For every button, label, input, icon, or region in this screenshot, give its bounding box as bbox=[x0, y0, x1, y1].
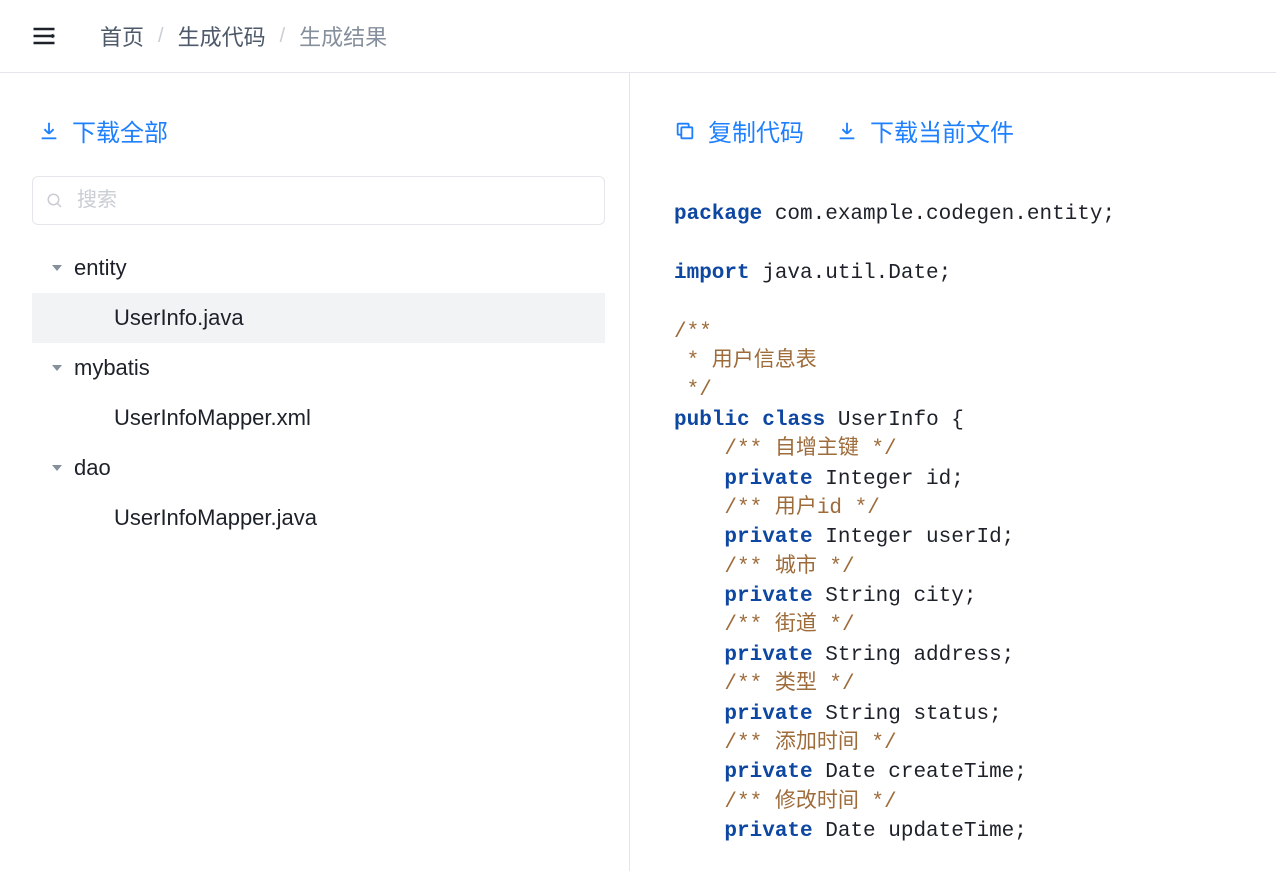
header: 首页 / 生成代码 / 生成结果 bbox=[0, 0, 1276, 73]
menu-toggle-icon[interactable] bbox=[28, 20, 60, 52]
tree-label: UserInfo.java bbox=[114, 305, 244, 331]
caret-down-icon bbox=[50, 261, 64, 275]
tree-file-userinfo[interactable]: UserInfo.java bbox=[32, 293, 605, 343]
file-tree: entity UserInfo.java mybatis UserInfoMap… bbox=[32, 243, 605, 543]
breadcrumb: 首页 / 生成代码 / 生成结果 bbox=[100, 20, 387, 52]
caret-down-icon bbox=[50, 461, 64, 475]
breadcrumb-home[interactable]: 首页 bbox=[100, 20, 144, 52]
breadcrumb-separator: / bbox=[280, 25, 286, 48]
search-icon bbox=[46, 192, 64, 210]
tree-label: dao bbox=[74, 455, 111, 481]
main-content: 下载全部 entity UserInfo.java bbox=[0, 73, 1276, 871]
tree-folder-dao[interactable]: dao bbox=[32, 443, 605, 493]
tree-folder-mybatis[interactable]: mybatis bbox=[32, 343, 605, 393]
breadcrumb-codegen[interactable]: 生成代码 bbox=[178, 20, 266, 52]
tree-file-userinfomapper-java[interactable]: UserInfoMapper.java bbox=[32, 493, 605, 543]
copy-code-label: 复制代码 bbox=[708, 113, 804, 148]
tree-label: entity bbox=[74, 255, 127, 281]
tree-folder-entity[interactable]: entity bbox=[32, 243, 605, 293]
tree-file-userinfomapper-xml[interactable]: UserInfoMapper.xml bbox=[32, 393, 605, 443]
breadcrumb-result: 生成结果 bbox=[299, 20, 387, 52]
code-actions: 复制代码 下载当前文件 bbox=[674, 113, 1252, 148]
breadcrumb-separator: / bbox=[158, 25, 164, 48]
caret-down-icon bbox=[50, 361, 64, 375]
download-current-label: 下载当前文件 bbox=[870, 113, 1014, 148]
download-current-button[interactable]: 下载当前文件 bbox=[836, 113, 1014, 148]
code-panel: 复制代码 下载当前文件 package com.example.codegen.… bbox=[630, 73, 1276, 871]
code-block: package com.example.codegen.entity; impo… bbox=[674, 176, 1252, 847]
tree-label: UserInfoMapper.java bbox=[114, 505, 317, 531]
file-tree-panel: 下载全部 entity UserInfo.java bbox=[0, 73, 630, 871]
search-input[interactable] bbox=[32, 176, 605, 225]
copy-code-button[interactable]: 复制代码 bbox=[674, 113, 804, 148]
download-all-label: 下载全部 bbox=[72, 113, 168, 148]
tree-label: UserInfoMapper.xml bbox=[114, 405, 311, 431]
search-box bbox=[32, 176, 605, 225]
tree-label: mybatis bbox=[74, 355, 150, 381]
download-all-button[interactable]: 下载全部 bbox=[32, 113, 605, 148]
